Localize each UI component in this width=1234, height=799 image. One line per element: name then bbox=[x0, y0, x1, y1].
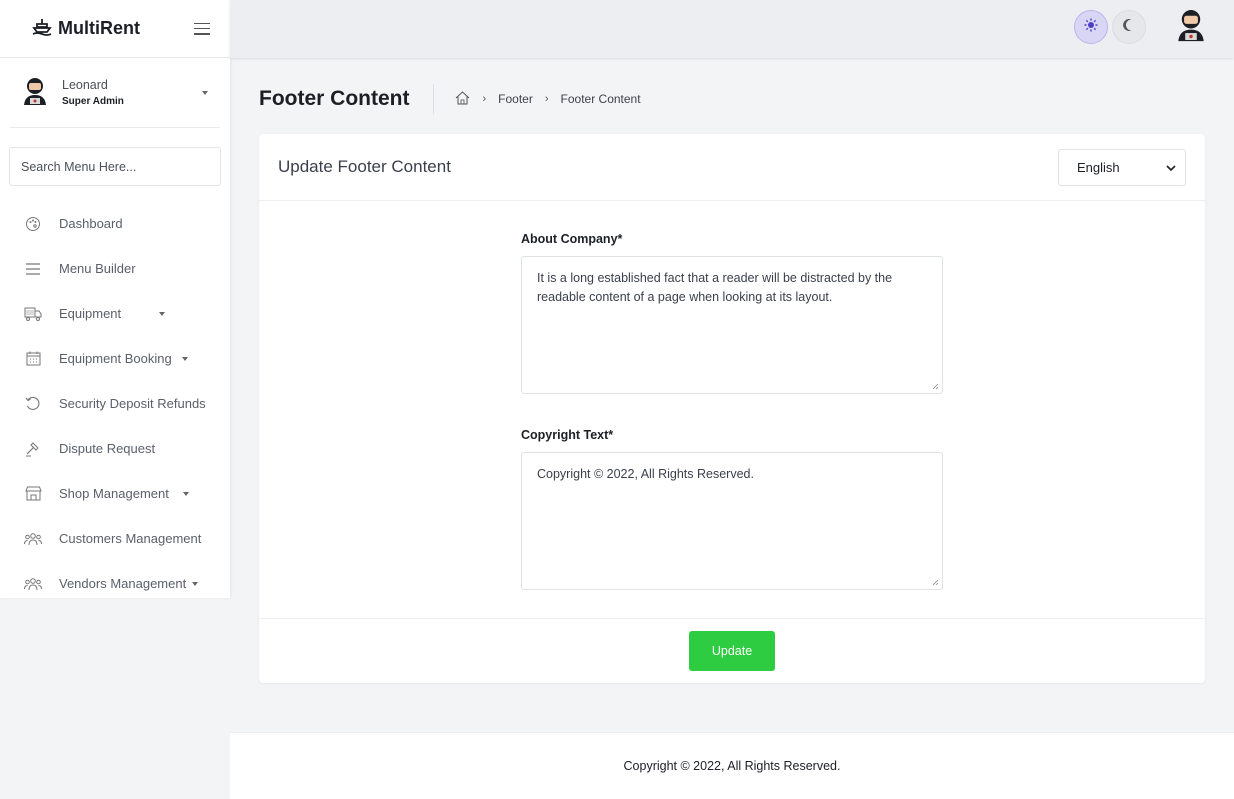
about-company-label: About Company* bbox=[521, 232, 623, 246]
about-company-textarea[interactable]: It is a long established fact that a rea… bbox=[521, 256, 943, 394]
calendar-icon bbox=[24, 350, 42, 368]
chevron-right-icon: › bbox=[544, 93, 549, 105]
resize-handle-icon[interactable] bbox=[932, 383, 939, 390]
copyright-text-value: Copyright © 2022, All Rights Reserved. bbox=[537, 467, 754, 481]
update-button[interactable]: Update bbox=[689, 631, 775, 671]
sidebar-item-security-deposit-refunds[interactable]: Security Deposit Refunds bbox=[0, 381, 230, 426]
brand-name: MultiRent bbox=[58, 18, 140, 38]
sidebar-item-label: Security Deposit Refunds bbox=[59, 396, 206, 411]
breadcrumb-item-current: Footer Content bbox=[560, 92, 641, 106]
sidebar-item-label: Menu Builder bbox=[59, 261, 136, 276]
footer-form: About Company* It is a long established … bbox=[521, 232, 943, 590]
card-footer: Update bbox=[259, 618, 1205, 683]
palette-icon bbox=[24, 215, 42, 233]
sidebar-item-customers-management[interactable]: Customers Management bbox=[0, 516, 230, 561]
user-profile[interactable]: Leonard Super Admin bbox=[10, 58, 220, 128]
sidebar-item-equipment-booking[interactable]: Equipment Booking bbox=[0, 336, 230, 381]
chevron-down-icon bbox=[192, 581, 199, 586]
light-mode-button[interactable] bbox=[1074, 9, 1108, 44]
sidebar-item-label: Shop Management bbox=[59, 486, 169, 501]
sidebar-menu: Dashboard Menu Builder Equipment Equipme… bbox=[0, 201, 230, 606]
gavel-icon bbox=[24, 440, 42, 458]
sidebar: MultiRent Leonard Super Admin Search Men… bbox=[0, 0, 230, 598]
copyright-text-label: Copyright Text* bbox=[521, 428, 614, 442]
footer-copyright: Copyright © 2022, All Rights Reserved. bbox=[623, 759, 841, 773]
language-select-value: English bbox=[1077, 159, 1120, 175]
avatar[interactable] bbox=[1176, 8, 1206, 45]
topbar bbox=[230, 0, 1234, 58]
avatar bbox=[22, 77, 48, 108]
sidebar-item-label: Dispute Request bbox=[59, 441, 156, 456]
home-icon[interactable] bbox=[455, 90, 470, 108]
sidebar-item-label: Equipment bbox=[59, 306, 122, 321]
brand-logo[interactable]: MultiRent bbox=[32, 18, 140, 39]
brand-bar: MultiRent bbox=[0, 0, 230, 58]
breadcrumb-item[interactable]: Footer bbox=[498, 92, 533, 106]
copyright-text-textarea[interactable]: Copyright © 2022, All Rights Reserved. bbox=[521, 452, 943, 590]
user-name: Leonard bbox=[62, 78, 108, 92]
breadcrumb: › Footer › Footer Content bbox=[455, 90, 641, 108]
chevron-down-icon bbox=[182, 491, 189, 496]
card-header: Update Footer Content English bbox=[259, 134, 1205, 201]
divider bbox=[433, 84, 435, 114]
page-footer: Copyright © 2022, All Rights Reserved. bbox=[230, 732, 1234, 799]
truck-icon bbox=[24, 305, 42, 323]
language-select[interactable]: English bbox=[1058, 148, 1186, 186]
bars-icon bbox=[24, 260, 42, 278]
user-role: Super Admin bbox=[62, 96, 124, 107]
resize-handle-icon[interactable] bbox=[932, 579, 939, 586]
sidebar-item-label: Equipment Booking bbox=[59, 351, 172, 366]
hamburger-icon[interactable] bbox=[194, 22, 210, 35]
shop-icon bbox=[24, 485, 42, 503]
sidebar-item-vendors-management[interactable]: Vendors Management bbox=[0, 561, 230, 606]
sidebar-item-label: Dashboard bbox=[59, 216, 123, 231]
sidebar-item-dashboard[interactable]: Dashboard bbox=[0, 201, 230, 246]
sidebar-item-shop-management[interactable]: Shop Management bbox=[0, 471, 230, 516]
page-title: Footer Content bbox=[259, 87, 410, 110]
chevron-down-icon[interactable] bbox=[202, 90, 208, 95]
dark-mode-button[interactable] bbox=[1112, 9, 1146, 44]
chevron-down-icon bbox=[159, 311, 166, 316]
boat-icon bbox=[32, 18, 52, 39]
sidebar-item-equipment[interactable]: Equipment bbox=[0, 291, 230, 336]
sun-icon bbox=[1084, 18, 1098, 35]
moon-icon bbox=[1122, 18, 1136, 35]
chevron-down-icon bbox=[181, 356, 188, 361]
users-icon bbox=[24, 575, 42, 593]
sidebar-item-menu-builder[interactable]: Menu Builder bbox=[0, 246, 230, 291]
card-title: Update Footer Content bbox=[278, 157, 451, 176]
users-icon bbox=[24, 530, 42, 548]
search-input[interactable]: Search Menu Here... bbox=[9, 147, 221, 186]
page-header: Footer Content › Footer › Footer Content bbox=[259, 84, 641, 114]
undo-icon bbox=[24, 395, 42, 413]
sidebar-item-dispute-request[interactable]: Dispute Request bbox=[0, 426, 230, 471]
sidebar-item-label: Customers Management bbox=[59, 531, 202, 546]
footer-content-card: Update Footer Content English About Comp… bbox=[259, 134, 1205, 683]
chevron-down-icon bbox=[1166, 160, 1176, 175]
sidebar-item-label: Vendors Management bbox=[59, 576, 187, 591]
about-company-value: It is a long established fact that a rea… bbox=[537, 271, 893, 304]
chevron-right-icon: › bbox=[482, 93, 487, 105]
